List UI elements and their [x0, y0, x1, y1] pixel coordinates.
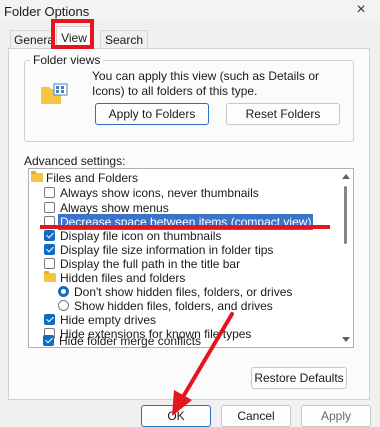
- checkbox-checked[interactable]: [43, 335, 54, 346]
- checkbox-checked[interactable]: [44, 244, 55, 255]
- folder-icon: [44, 271, 56, 282]
- checkbox[interactable]: [44, 202, 55, 213]
- tab-search[interactable]: Search: [100, 30, 149, 49]
- tab-general[interactable]: Genera: [10, 30, 55, 49]
- scroll-up-icon[interactable]: [342, 174, 350, 179]
- checkbox[interactable]: [44, 187, 55, 198]
- folder-views-icon: [41, 83, 68, 104]
- folder-views-title: Folder views: [30, 53, 104, 67]
- checkbox[interactable]: [44, 258, 55, 269]
- radio-selected[interactable]: [58, 286, 69, 297]
- restore-defaults-button[interactable]: Restore Defaults: [251, 367, 347, 389]
- scroll-down-icon[interactable]: [342, 337, 350, 342]
- folder-views-description: You can apply this view (such as Details…: [92, 69, 320, 98]
- annotation-arrow: [172, 312, 234, 416]
- apply-to-folders-button[interactable]: Apply to Folders: [95, 103, 209, 125]
- apply-button[interactable]: Apply: [301, 405, 371, 427]
- close-icon[interactable]: ×: [350, 0, 372, 22]
- annotation-highlight-box: [51, 19, 94, 49]
- radio[interactable]: [58, 300, 69, 311]
- advanced-settings-label: Advanced settings:: [24, 154, 126, 168]
- checkbox-checked[interactable]: [44, 314, 55, 325]
- checkbox-checked[interactable]: [44, 230, 55, 241]
- reset-folders-button[interactable]: Reset Folders: [226, 103, 340, 125]
- folder-icon: [31, 171, 43, 182]
- annotation-underline: [40, 225, 330, 229]
- window-title: Folder Options: [4, 4, 90, 19]
- scroll-thumb[interactable]: [344, 186, 347, 244]
- vertical-scrollbar[interactable]: [339, 170, 352, 346]
